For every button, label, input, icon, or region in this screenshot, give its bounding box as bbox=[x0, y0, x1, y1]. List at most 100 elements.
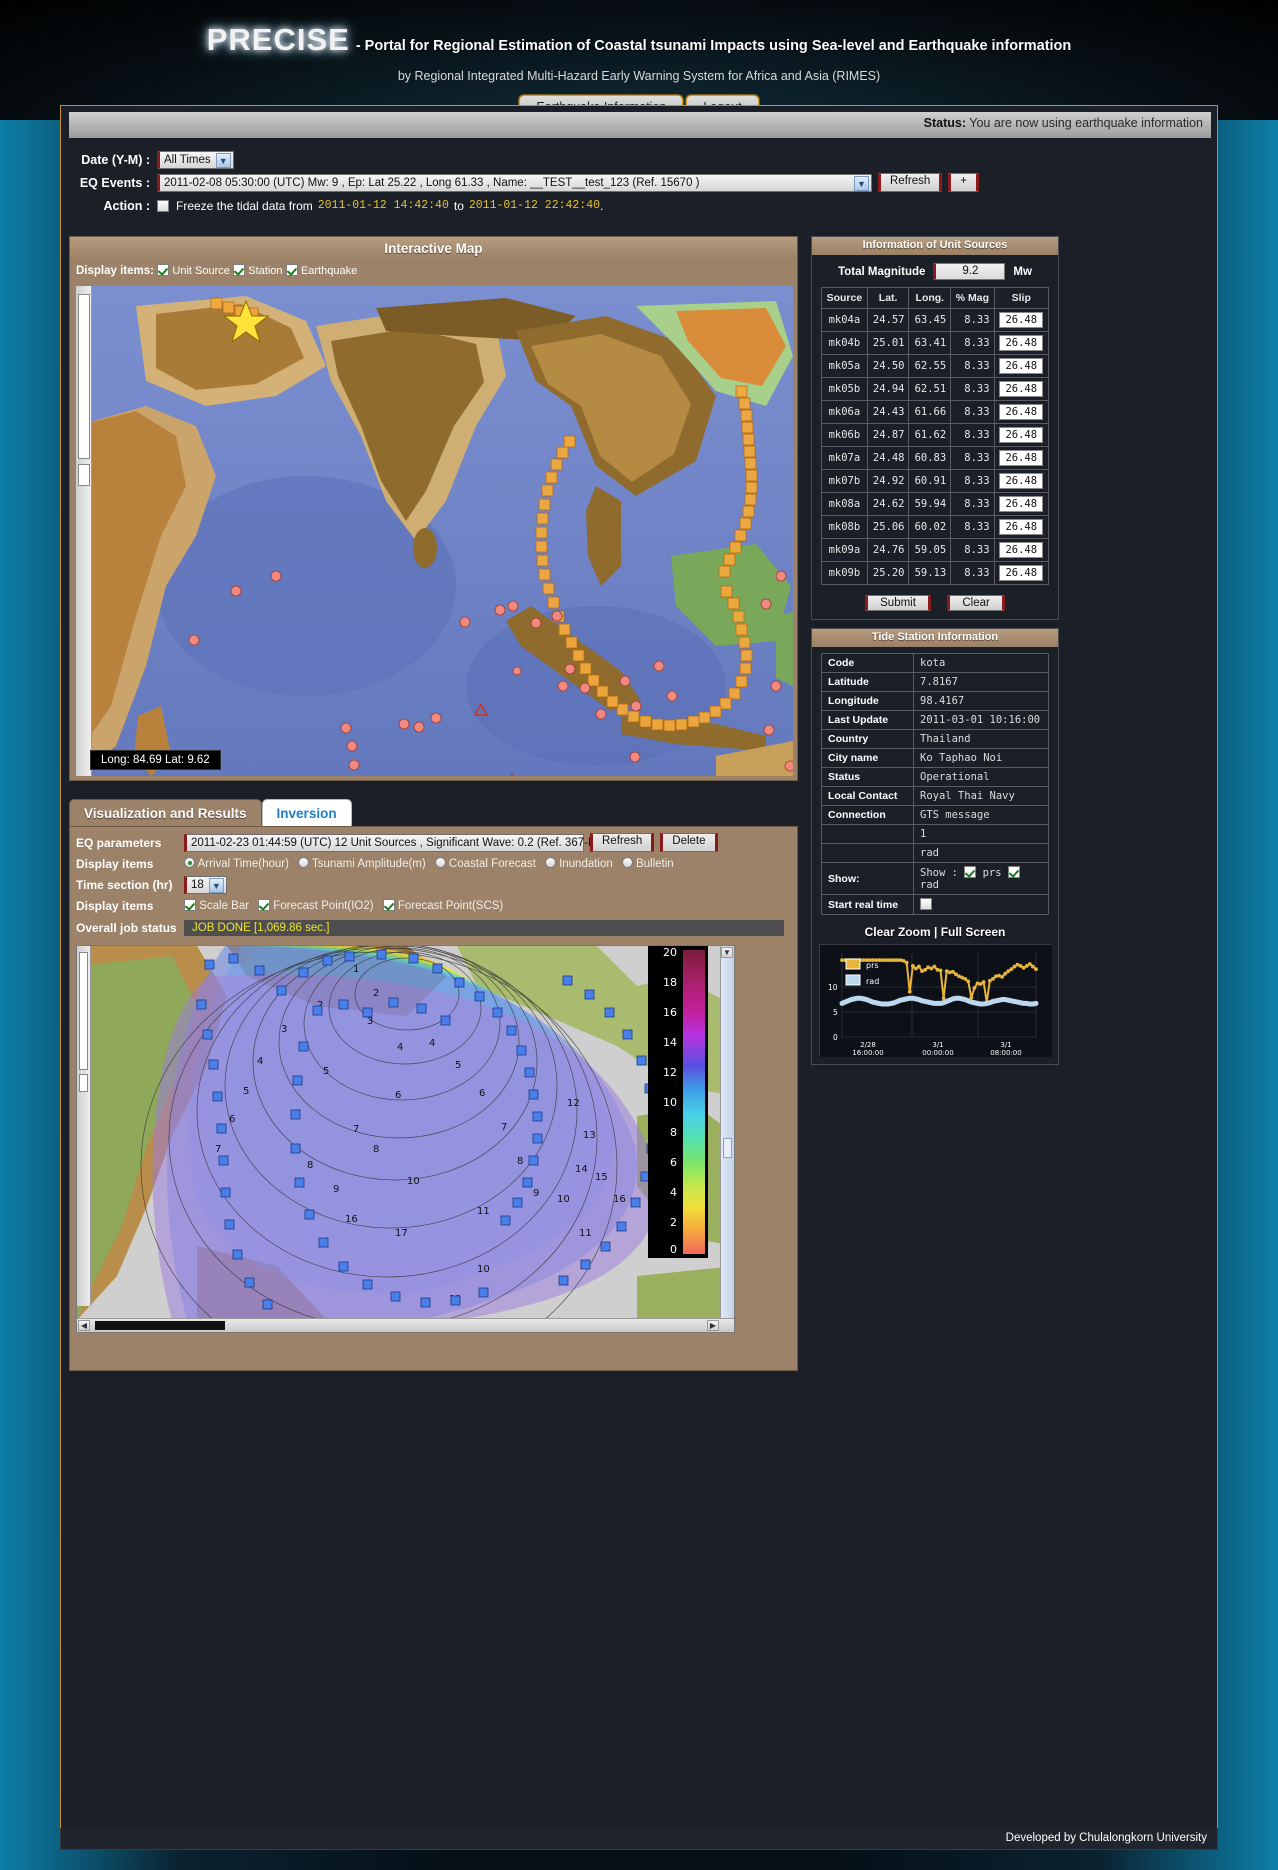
eq-parameters-select[interactable]: 2011-02-23 01:44:59 (UTC) 12 Unit Source… bbox=[184, 834, 584, 852]
cell-lat: 25.20 bbox=[867, 562, 909, 585]
time-section-label: Time section (hr) bbox=[76, 878, 184, 892]
checkbox-show-rad[interactable] bbox=[1008, 866, 1020, 878]
radio-arrival-time[interactable]: Arrival Time(hour) bbox=[184, 857, 289, 870]
tide-value: rad bbox=[914, 844, 1049, 863]
total-magnitude-label: Total Magnitude bbox=[838, 266, 925, 278]
date-select[interactable]: All Times ▼ bbox=[157, 151, 234, 169]
slip-input[interactable]: 26.48 bbox=[999, 473, 1043, 489]
map-scroll-thumb[interactable] bbox=[78, 294, 90, 459]
magnitude-unit: Mw bbox=[1013, 266, 1032, 278]
result-hscroll-thumb[interactable] bbox=[95, 1321, 225, 1330]
full-screen-link[interactable]: Full Screen bbox=[941, 925, 1006, 939]
result-left-thumb[interactable] bbox=[79, 952, 88, 1070]
label-earthquake: Earthquake bbox=[301, 265, 357, 277]
tide-key: Last Update bbox=[822, 711, 914, 730]
svg-text:9: 9 bbox=[333, 1184, 339, 1195]
result-left-scrollbar[interactable] bbox=[77, 946, 91, 1306]
cell-slip: 26.48 bbox=[994, 309, 1048, 332]
time-section-value: 18 bbox=[191, 879, 204, 891]
slip-input[interactable]: 26.48 bbox=[999, 404, 1043, 420]
chart-point bbox=[911, 964, 915, 968]
chart-point bbox=[1034, 967, 1038, 971]
result-vertical-scrollbar[interactable]: ▲ ▼ bbox=[720, 946, 734, 1320]
radio-inundation[interactable]: Inundation bbox=[545, 857, 613, 870]
checkbox-start-real-time[interactable] bbox=[920, 898, 932, 910]
svg-text:9: 9 bbox=[533, 1188, 539, 1199]
svg-text:3: 3 bbox=[367, 1016, 373, 1027]
tide-key bbox=[822, 844, 914, 863]
checkbox-unit-source[interactable] bbox=[157, 264, 169, 276]
tide-chart[interactable]: 1050 2/2816:00:00 3/100:00:00 3/108:00:0… bbox=[819, 944, 1051, 1056]
refresh-button[interactable]: Refresh bbox=[878, 173, 942, 192]
radio-bulletin[interactable]: Bulletin bbox=[622, 857, 674, 870]
eq-events-select[interactable]: 2011-02-08 05:30:00 (UTC) Mw: 9 , Ep: La… bbox=[157, 174, 872, 192]
total-magnitude-input[interactable]: 9.2 bbox=[933, 263, 1005, 280]
scroll-down-icon[interactable]: ▼ bbox=[721, 947, 733, 958]
tide-value: Royal Thai Navy bbox=[914, 787, 1049, 806]
result-horizontal-scrollbar[interactable]: ◀ ▶ bbox=[77, 1318, 734, 1332]
cell-mag: 8.33 bbox=[951, 355, 994, 378]
checkbox-forecast-point-scs[interactable]: Forecast Point(SCS) bbox=[383, 899, 504, 912]
tide-key: City name bbox=[822, 749, 914, 768]
results-refresh-button[interactable]: Refresh bbox=[590, 833, 654, 852]
time-section-select[interactable]: 18 ▼ bbox=[184, 876, 227, 894]
table-header-row: Source Lat. Long. % Mag Slip bbox=[822, 288, 1049, 309]
scroll-right-icon[interactable]: ▶ bbox=[707, 1320, 719, 1331]
chart-point bbox=[951, 970, 955, 974]
slip-input[interactable]: 26.48 bbox=[999, 312, 1043, 328]
map-vertical-scrollbar[interactable] bbox=[76, 286, 92, 776]
tide-value: GTS message bbox=[914, 806, 1049, 825]
slip-input[interactable]: 26.48 bbox=[999, 450, 1043, 466]
radio-bulletin-icon bbox=[622, 857, 633, 868]
result-scroll-thumb[interactable] bbox=[723, 1138, 732, 1158]
slip-input[interactable]: 26.48 bbox=[999, 358, 1043, 374]
freeze-tidal-checkbox[interactable] bbox=[157, 200, 169, 212]
slip-input[interactable]: 26.48 bbox=[999, 565, 1043, 581]
total-magnitude-row: Total Magnitude 9.2 Mw bbox=[812, 255, 1058, 287]
slip-input[interactable]: 26.48 bbox=[999, 496, 1043, 512]
clear-button[interactable]: Clear bbox=[947, 595, 1004, 611]
clear-zoom-link[interactable]: Clear Zoom bbox=[865, 925, 931, 939]
result-left-box[interactable] bbox=[79, 1074, 88, 1092]
interactive-map-canvas[interactable]: Long: 84.69 Lat: 9.62 bbox=[76, 286, 793, 776]
cell-long: 61.66 bbox=[909, 401, 951, 424]
svg-text:10: 10 bbox=[557, 1194, 570, 1205]
table-row: mk09a24.7659.058.3326.48 bbox=[822, 539, 1049, 562]
tide-row: Codekota bbox=[822, 654, 1049, 673]
checkbox-show-prs[interactable] bbox=[964, 866, 976, 878]
slip-input[interactable]: 26.48 bbox=[999, 427, 1043, 443]
table-row: mk04a24.5763.458.3326.48 bbox=[822, 309, 1049, 332]
svg-text:8: 8 bbox=[517, 1156, 523, 1167]
results-delete-button[interactable]: Delete bbox=[660, 833, 717, 852]
interactive-map-panel: Interactive Map Display items: Unit Sour… bbox=[69, 236, 798, 781]
tab-visualization-and-results[interactable]: Visualization and Results bbox=[69, 799, 262, 826]
svg-text:1: 1 bbox=[353, 964, 359, 975]
slip-input[interactable]: 26.48 bbox=[999, 519, 1043, 535]
slip-input[interactable]: 26.48 bbox=[999, 335, 1043, 351]
checkbox-station[interactable] bbox=[233, 264, 245, 276]
checkbox-earthquake[interactable] bbox=[286, 264, 298, 276]
job-status-value: JOB DONE [1,069.86 sec.] bbox=[184, 920, 784, 936]
table-row: mk04b25.0163.418.3326.48 bbox=[822, 332, 1049, 355]
scroll-left-icon[interactable]: ◀ bbox=[78, 1320, 90, 1331]
result-map-canvas[interactable]: 12 23 34 44 55 56 66 77 78 88 99 1010 bbox=[76, 945, 735, 1333]
radio-tsunami-amplitude-label: Tsunami Amplitude(m) bbox=[312, 858, 426, 870]
cell-lat: 24.94 bbox=[867, 378, 909, 401]
radio-inundation-label: Inundation bbox=[559, 858, 613, 870]
cell-mag: 8.33 bbox=[951, 562, 994, 585]
radio-coastal-forecast-icon bbox=[435, 857, 446, 868]
tide-value: 2011-03-01 10:16:00 bbox=[914, 711, 1049, 730]
slip-input[interactable]: 26.48 bbox=[999, 542, 1043, 558]
slip-input[interactable]: 26.48 bbox=[999, 381, 1043, 397]
map-zoom-box[interactable] bbox=[78, 464, 90, 486]
tide-key: Latitude bbox=[822, 673, 914, 692]
add-button[interactable]: + bbox=[948, 173, 979, 192]
radio-coastal-forecast[interactable]: Coastal Forecast bbox=[435, 857, 536, 870]
tab-inversion[interactable]: Inversion bbox=[262, 799, 352, 826]
checkbox-scale-bar[interactable]: Scale Bar bbox=[184, 899, 249, 912]
svg-text:6: 6 bbox=[229, 1114, 235, 1125]
submit-button[interactable]: Submit bbox=[865, 595, 931, 611]
radio-tsunami-amplitude[interactable]: Tsunami Amplitude(m) bbox=[298, 857, 426, 870]
svg-text:11: 11 bbox=[477, 1206, 490, 1217]
checkbox-forecast-point-io2[interactable]: Forecast Point(IO2) bbox=[258, 899, 374, 912]
